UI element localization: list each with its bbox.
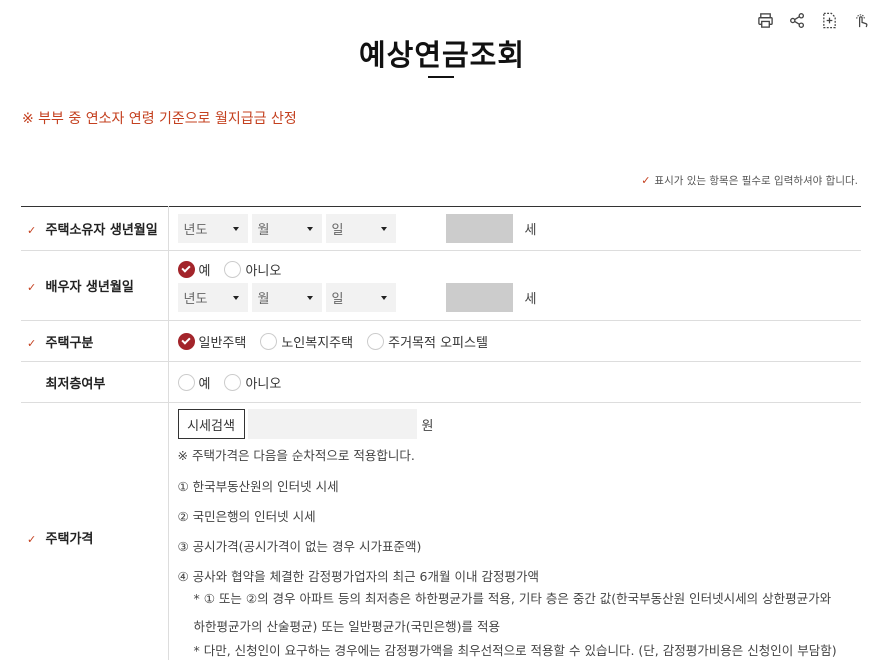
house-type-senior-radio[interactable]: 노인복지주택 bbox=[260, 332, 353, 351]
house-type-officetel-radio[interactable]: 주거목적 오피스텔 bbox=[367, 332, 488, 351]
touch-icon[interactable] bbox=[852, 10, 870, 30]
owner-age-field bbox=[445, 214, 513, 243]
radio-icon bbox=[224, 373, 242, 391]
house-type-label: 주택구분 bbox=[45, 335, 94, 351]
share-icon[interactable] bbox=[788, 10, 806, 30]
price-rule-4: ④ 공사와 협약을 체결한 감정평가업자의 최근 6개월 이내 감정평가액 bbox=[177, 569, 539, 584]
radio-checked-icon bbox=[177, 332, 195, 350]
required-check-icon: ✓ bbox=[27, 281, 37, 294]
spouse-year-select[interactable]: 년도 bbox=[177, 282, 248, 312]
radio-icon bbox=[224, 260, 242, 278]
pension-form: ✓ 주택소유자 생년월일 년도 월 일 세 ✓ 배우자 생년월일 예 아니오 년… bbox=[21, 206, 861, 660]
price-rule-1: ① 한국부동산원의 인터넷 시세 bbox=[177, 479, 339, 494]
owner-birth-label: 주택소유자 생년월일 bbox=[45, 223, 158, 238]
owner-day-select[interactable]: 일 bbox=[325, 214, 396, 243]
owner-month-select[interactable]: 월 bbox=[251, 214, 322, 243]
radio-icon bbox=[260, 332, 278, 350]
row-spouse-birth: ✓ 배우자 생년월일 예 아니오 년도 월 일 세 bbox=[21, 250, 861, 321]
print-icon[interactable] bbox=[756, 10, 774, 30]
price-rule-2: ② 국민은행의 인터넷 시세 bbox=[177, 509, 316, 524]
price-search-button[interactable]: 시세검색 bbox=[177, 409, 245, 439]
required-check-icon: ✓ bbox=[27, 224, 37, 237]
spouse-birth-label: 배우자 생년월일 bbox=[45, 280, 134, 295]
price-note-2: * 다만, 신청인이 요구하는 경우에는 감정평가액을 최우선적으로 적용할 수… bbox=[193, 643, 837, 658]
radio-icon bbox=[367, 332, 385, 350]
required-note: ✓ 표시가 있는 항목은 필수로 입력하셔야 합니다. bbox=[641, 173, 858, 188]
radio-icon bbox=[177, 373, 195, 391]
document-icon[interactable] bbox=[820, 10, 838, 30]
row-label-cell: ✓ 주택소유자 생년월일 bbox=[21, 206, 169, 251]
price-rule-3: ③ 공시가격(공시가격이 없는 경우 시가표준액) bbox=[177, 539, 422, 554]
check-icon: ✓ bbox=[641, 174, 651, 187]
spouse-day-select[interactable]: 일 bbox=[325, 282, 396, 312]
price-note-1: * ① 또는 ②의 경우 아파트 등의 최저층은 하한평균가를 적용, 기타 층… bbox=[193, 591, 832, 606]
spouse-no-radio[interactable]: 아니오 bbox=[224, 260, 281, 279]
lowest-floor-yes-radio[interactable]: 예 bbox=[177, 373, 210, 392]
row-owner-birth: ✓ 주택소유자 생년월일 년도 월 일 세 bbox=[21, 206, 861, 251]
house-type-general-radio[interactable]: 일반주택 bbox=[177, 332, 246, 351]
required-check-icon: ✓ bbox=[27, 336, 37, 350]
spouse-age-unit: 세 bbox=[524, 291, 537, 307]
page-title: 예상연금조회 bbox=[358, 38, 526, 72]
owner-year-select[interactable]: 년도 bbox=[177, 214, 248, 243]
spouse-month-select[interactable]: 월 bbox=[251, 282, 322, 312]
price-note-1-cont: 하한평균가의 산술평균) 또는 일반평균가(국민은행)를 적용 bbox=[193, 619, 501, 634]
price-rule-heading: ※ 주택가격은 다음을 순차적으로 적용합니다. bbox=[177, 448, 415, 463]
title-underline bbox=[428, 76, 454, 78]
required-check-icon: ✓ bbox=[27, 533, 37, 546]
required-note-text: 표시가 있는 항목은 필수로 입력하셔야 합니다. bbox=[654, 175, 858, 187]
spouse-yes-radio[interactable]: 예 bbox=[177, 260, 210, 279]
lowest-floor-no-radio[interactable]: 아니오 bbox=[224, 373, 281, 392]
age-notice: ※ 부부 중 연소자 연령 기준으로 월지급금 산정 bbox=[22, 111, 297, 127]
lowest-floor-label: 최저층여부 bbox=[45, 376, 106, 392]
row-house-price: ✓ 주택가격 시세검색 원 ※ 주택가격은 다음을 순차적으로 적용합니다. ①… bbox=[21, 402, 861, 660]
page-toolbar bbox=[756, 10, 870, 30]
row-lowest-floor: 최저층여부 예 아니오 bbox=[21, 361, 861, 403]
owner-age-unit: 세 bbox=[524, 223, 537, 238]
radio-checked-icon bbox=[177, 260, 195, 278]
row-house-type: ✓ 주택구분 일반주택 노인복지주택 주거목적 오피스텔 bbox=[21, 320, 861, 362]
house-price-label: 주택가격 bbox=[45, 532, 94, 547]
house-price-input[interactable] bbox=[247, 409, 417, 439]
spouse-age-field bbox=[445, 282, 513, 312]
price-unit: 원 bbox=[421, 418, 434, 434]
